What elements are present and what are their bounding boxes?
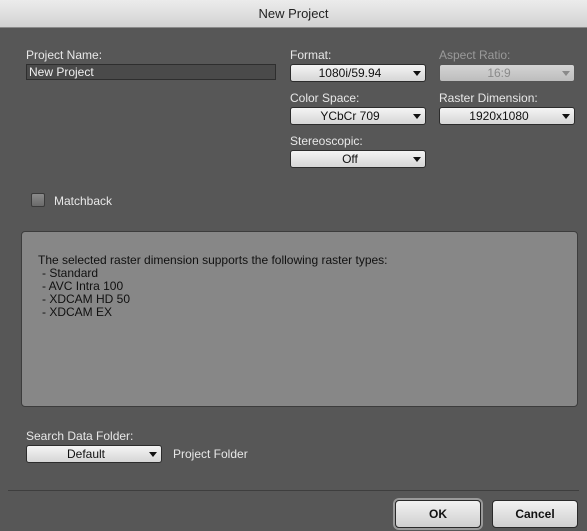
aspect-ratio-label: Aspect Ratio: [439,48,511,62]
color-space-value: YCbCr 709 [320,109,380,123]
stereoscopic-popup[interactable]: Off [290,150,426,168]
stereoscopic-value: Off [342,152,358,166]
raster-dimension-label: Raster Dimension: [439,91,538,105]
chevron-down-icon [562,71,570,76]
chevron-down-icon [413,71,421,76]
raster-type-item: - XDCAM HD 50 [42,292,131,306]
project-folder-label: Project Folder [173,447,248,461]
format-value: 1080i/59.94 [318,66,382,80]
aspect-ratio-popup: 16:9 [439,64,575,82]
window-title: New Project [0,0,587,28]
stereoscopic-label: Stereoscopic: [290,134,363,148]
matchback-checkbox[interactable] [31,193,45,207]
format-popup[interactable]: 1080i/59.94 [290,64,426,82]
color-space-popup[interactable]: YCbCr 709 [290,107,426,125]
chevron-down-icon [149,452,157,457]
matchback-label: Matchback [54,194,113,208]
chevron-down-icon [562,114,570,119]
aspect-ratio-value: 16:9 [487,66,511,80]
search-data-folder-value: Default [66,447,106,461]
raster-dimension-popup[interactable]: 1920x1080 [439,107,575,125]
cancel-button[interactable]: Cancel [492,500,578,528]
raster-info-heading: The selected raster dimension supports t… [38,253,388,267]
new-project-dialog: New Project Project Name: New Project Fo… [0,0,587,531]
project-name-field[interactable]: New Project [26,64,276,80]
divider [8,490,579,491]
color-space-label: Color Space: [290,91,360,105]
raster-info-panel: The selected raster dimension supports t… [21,231,578,407]
format-label: Format: [290,48,332,62]
raster-type-item: - XDCAM EX [42,305,113,319]
search-data-folder-label: Search Data Folder: [26,429,134,443]
ok-button[interactable]: OK [395,500,481,528]
chevron-down-icon [413,114,421,119]
project-name-label: Project Name: [26,48,103,62]
raster-dimension-value: 1920x1080 [469,109,529,123]
search-data-folder-popup[interactable]: Default [26,445,162,463]
chevron-down-icon [413,157,421,162]
